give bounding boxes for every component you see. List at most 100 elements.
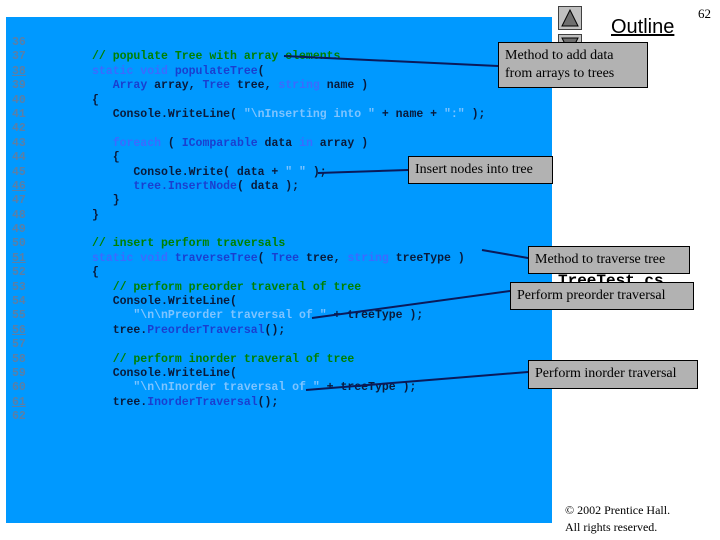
code-text: Array array, Tree tree, string name )	[92, 79, 368, 93]
code-line: 53 // perform preorder traveral of tree	[6, 281, 552, 295]
code-token: static void	[92, 251, 175, 265]
code-line: 39 Array array, Tree tree, string name )	[6, 79, 552, 93]
code-token: data	[257, 136, 300, 150]
code-token: Console.WriteLine(	[92, 366, 237, 380]
code-token: traverseTree	[174, 251, 258, 265]
code-line: 56 tree.PreorderTraversal();	[6, 324, 552, 338]
code-token: // populate Tree with array elements	[92, 50, 341, 64]
code-line: 36	[6, 36, 552, 50]
line-number: 51	[12, 251, 26, 265]
previous-slide-button[interactable]	[558, 6, 582, 30]
code-line: 62	[6, 410, 552, 424]
code-text: tree.InorderTraversal();	[92, 395, 279, 410]
line-number: 42	[12, 122, 26, 136]
code-token: tree.	[92, 395, 148, 409]
code-text: static void populateTree(	[92, 65, 265, 79]
code-token: ( data );	[236, 179, 300, 193]
code-token: // perform preorder traveral of tree	[92, 280, 362, 294]
code-line: 38 static void populateTree(	[6, 65, 552, 79]
code-token: );	[464, 107, 486, 121]
code-token: Tree	[202, 79, 231, 93]
callout-add-data: Method to add data from arrays to trees	[498, 42, 648, 88]
line-number: 36	[12, 36, 26, 49]
code-text: foreach ( IComparable data in array )	[92, 137, 368, 151]
code-token: foreach	[92, 136, 162, 150]
code-token: "\nInserting into "	[243, 107, 375, 121]
code-token: in	[299, 136, 313, 150]
code-line: 47 }	[6, 194, 552, 208]
callout-insert-nodes: Insert nodes into tree	[408, 156, 553, 184]
code-line: 43 foreach ( IComparable data in array )	[6, 137, 552, 151]
code-line: 41 Console.WriteLine( "\nInserting into …	[6, 108, 552, 122]
line-number: 58	[12, 352, 26, 366]
code-text: // perform inorder traveral of tree	[92, 352, 355, 367]
code-token: array )	[312, 136, 369, 150]
page-number: 62	[698, 6, 711, 21]
code-text: static void traverseTree( Tree tree, str…	[92, 252, 465, 266]
code-token: (	[257, 251, 272, 265]
line-number: 37	[12, 50, 26, 64]
line-number: 38	[12, 64, 26, 78]
code-token: tree.InsertNode	[92, 179, 237, 193]
code-token: Console.WriteLine(	[92, 295, 237, 309]
code-text: Console.WriteLine(	[92, 295, 237, 309]
code-token: InorderTraversal	[147, 395, 258, 409]
line-number: 53	[12, 280, 26, 294]
copyright: © 2002 Prentice Hall. All rights reserve…	[565, 502, 670, 536]
code-text: Console.Write( data + " " );	[92, 165, 326, 180]
code-line: 59 Console.WriteLine(	[6, 367, 552, 381]
code-token: + treeType );	[319, 381, 417, 395]
line-number: 60	[12, 381, 26, 395]
line-number: 40	[12, 93, 26, 107]
code-token: + name +	[374, 107, 444, 121]
line-number: 47	[12, 194, 26, 208]
line-number: 45	[12, 165, 26, 179]
code-panel: 36 37 // populate Tree with array elements…	[6, 17, 552, 523]
copyright-line-2: All rights reserved.	[565, 520, 658, 534]
line-number: 49	[12, 223, 26, 237]
code-token: " "	[285, 165, 306, 179]
code-token: ":"	[443, 107, 465, 121]
code-line: 49	[6, 223, 552, 237]
code-text: // populate Tree with array elements	[92, 50, 340, 64]
code-token: tree,	[299, 251, 348, 265]
code-line: 37 // populate Tree with array elements	[6, 50, 552, 64]
line-number: 46	[12, 179, 26, 193]
code-text: Console.WriteLine( "\nInserting into " +…	[92, 107, 486, 122]
code-text: }	[92, 194, 120, 208]
code-token: (	[161, 136, 182, 150]
code-token: PreorderTraversal	[147, 323, 265, 337]
code-line: 40 {	[6, 94, 552, 108]
code-text: tree.InsertNode( data );	[92, 180, 299, 194]
code-text: {	[92, 266, 99, 280]
code-text: }	[92, 209, 99, 223]
code-listing: 36 37 // populate Tree with array elements…	[6, 36, 552, 425]
line-number: 41	[12, 107, 26, 121]
code-token: ();	[257, 395, 279, 409]
code-line: 58 // perform inorder traveral of tree	[6, 353, 552, 367]
code-token: populateTree	[174, 64, 258, 78]
callout-preorder: Perform preorder traversal	[510, 282, 694, 310]
line-number: 61	[12, 395, 26, 409]
line-number: 55	[12, 309, 26, 323]
code-token: ();	[264, 323, 286, 337]
line-number: 50	[12, 237, 26, 251]
line-number: 39	[12, 79, 26, 93]
code-token: // insert perform traversals	[92, 237, 286, 251]
code-token: // perform inorder traveral of tree	[92, 352, 355, 366]
code-line: 51 static void traverseTree( Tree tree, s…	[6, 252, 552, 266]
code-token: "\n\nInorder traversal of "	[92, 381, 320, 395]
code-token: }	[92, 208, 99, 222]
code-text: "\n\nInorder traversal of " + treeType )…	[92, 381, 416, 395]
code-token: string	[347, 251, 389, 265]
code-line: 61 tree.InorderTraversal();	[6, 396, 552, 410]
code-token: name )	[319, 79, 369, 93]
code-token: Tree	[271, 251, 300, 265]
code-text: "\n\nPreorder traversal of " + treeType …	[92, 309, 423, 323]
code-line: 48}	[6, 209, 552, 223]
code-text: // perform preorder traveral of tree	[92, 281, 361, 295]
code-token: "\n\nPreorder traversal of "	[92, 309, 327, 323]
outline-link[interactable]: Outline	[611, 16, 674, 39]
triangle-up-icon	[561, 9, 579, 27]
